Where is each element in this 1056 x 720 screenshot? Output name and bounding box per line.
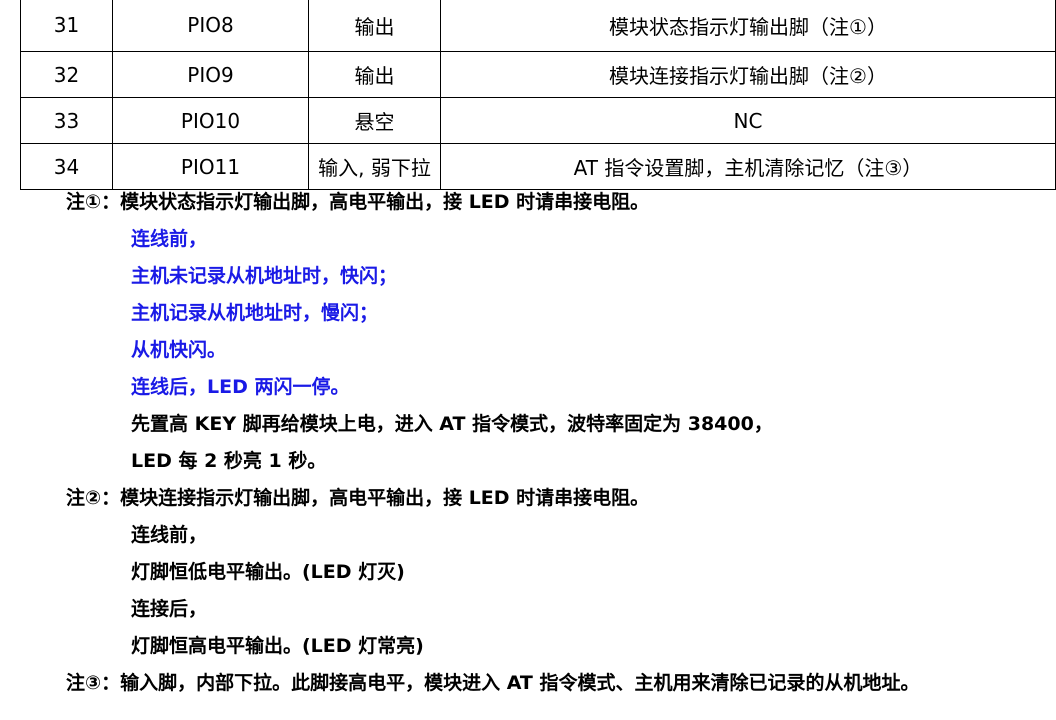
document-page: { "table": { "rows": [ { "num": "31", "n… (0, 0, 1056, 720)
note-1-line: 主机记录从机地址时，慢闪； (131, 302, 379, 324)
pin-description-cell: 模块状态指示灯输出脚（注①） (440, 0, 1056, 52)
pin-number-cell: 33 (20, 97, 113, 144)
note-1-line: 从机快闪。 (131, 339, 227, 361)
pin-type-cell: 悬空 (308, 97, 441, 144)
note-2-line: 灯脚恒低电平输出。(LED 灯灭) (131, 561, 405, 583)
table-row: 34 PIO11 输入, 弱下拉 AT 指令设置脚，主机清除记忆（注③） (20, 143, 1056, 190)
pin-name-cell: PIO8 (112, 0, 309, 52)
note-1-extra-line: 先置高 KEY 脚再给模块上电，进入 AT 指令模式，波特率固定为 38400， (131, 413, 773, 435)
note-1-line: 连线后，LED 两闪一停。 (131, 376, 350, 398)
pin-type-cell: 输出 (308, 0, 441, 52)
table-row: 31 PIO8 输出 模块状态指示灯输出脚（注①） (20, 0, 1056, 52)
pin-description-cell: 模块连接指示灯输出脚（注②） (440, 51, 1056, 98)
table-row: 32 PIO9 输出 模块连接指示灯输出脚（注②） (20, 51, 1056, 98)
pin-table: 31 PIO8 输出 模块状态指示灯输出脚（注①） 32 PIO9 输出 模块连… (20, 0, 1056, 190)
pin-type-cell: 输出 (308, 51, 441, 98)
pin-name-cell: PIO10 (112, 97, 309, 144)
pin-type-cell: 输入, 弱下拉 (308, 143, 441, 190)
pin-name-cell: PIO11 (112, 143, 309, 190)
pin-number-cell: 34 (20, 143, 113, 190)
note-2-line: 连线前， (131, 524, 208, 546)
note-2-line: 灯脚恒高电平输出。(LED 灯常亮) (131, 635, 424, 657)
note-1-extra-line: LED 每 2 秒亮 1 秒。 (131, 450, 327, 472)
pin-name-cell: PIO9 (112, 51, 309, 98)
pin-number-cell: 31 (20, 0, 113, 52)
note-1-line: 连线前， (131, 228, 208, 250)
note-2-heading: 注②：模块连接指示灯输出脚，高电平输出，接 LED 时请串接电阻。 (66, 487, 650, 509)
note-1-heading: 注①：模块状态指示灯输出脚，高电平输出，接 LED 时请串接电阻。 (66, 191, 650, 213)
note-2-line: 连接后， (131, 598, 208, 620)
pin-number-cell: 32 (20, 51, 113, 98)
note-3-heading: 注③：输入脚，内部下拉。此脚接高电平，模块进入 AT 指令模式、主机用来清除已记… (66, 672, 920, 694)
pin-description-cell: NC (440, 97, 1056, 144)
pin-description-cell: AT 指令设置脚，主机清除记忆（注③） (440, 143, 1056, 190)
table-row: 33 PIO10 悬空 NC (20, 97, 1056, 144)
note-1-line: 主机未记录从机地址时，快闪； (131, 265, 398, 287)
notes-section: 注①：模块状态指示灯输出脚，高电平输出，接 LED 时请串接电阻。 连线前， 主… (0, 184, 1056, 702)
